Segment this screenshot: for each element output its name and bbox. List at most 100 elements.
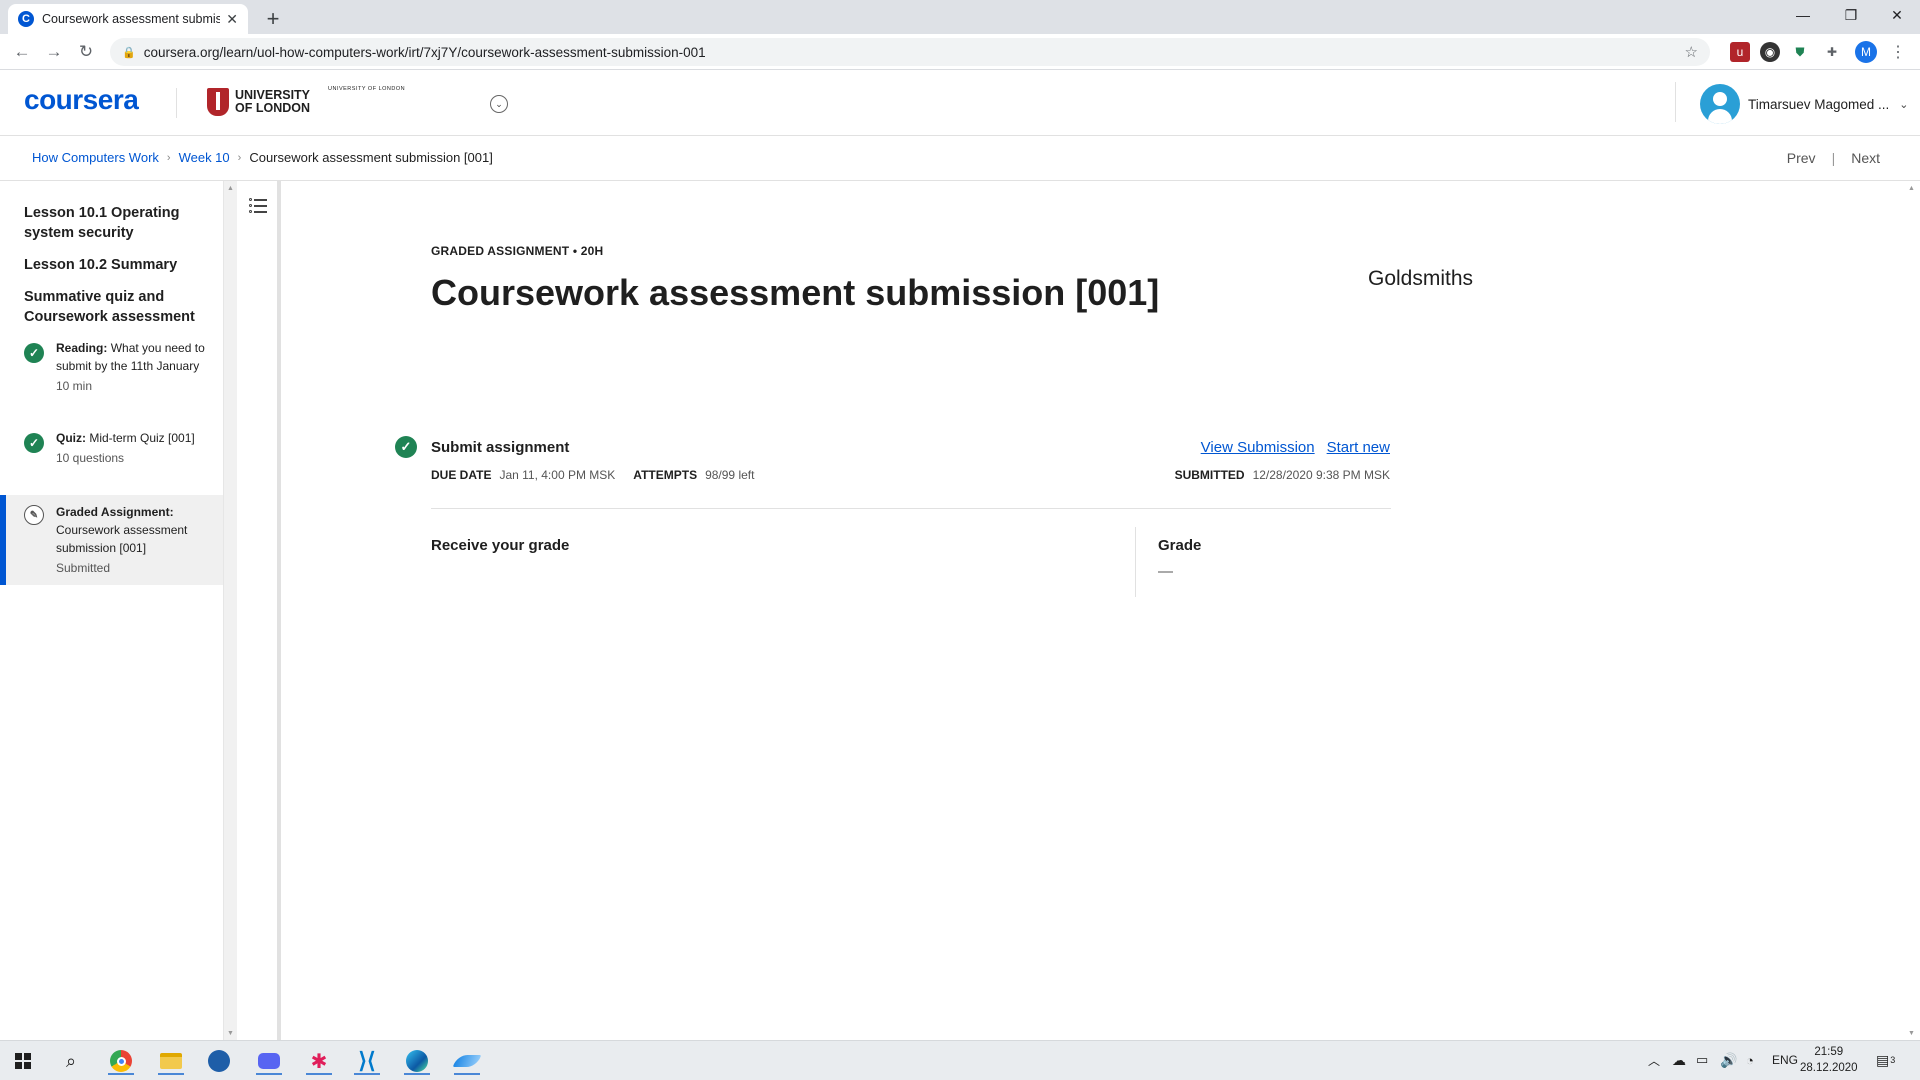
submitted-label: SUBMITTED — [1174, 468, 1245, 482]
back-icon[interactable]: ← — [10, 40, 34, 64]
sidebar-lesson-summative[interactable]: Summative quiz and Coursework assessment — [24, 287, 204, 327]
reload-icon[interactable]: ↻ — [74, 40, 98, 64]
app-swoosh-icon[interactable] — [452, 1047, 482, 1075]
start-button[interactable] — [8, 1047, 38, 1075]
section-divider — [431, 508, 1391, 509]
due-date-label: DUE DATE — [431, 468, 492, 482]
search-icon[interactable]: ⌕ — [56, 1047, 86, 1075]
header-divider-right — [1675, 82, 1676, 122]
grade-label: Grade — [1158, 537, 1202, 554]
list-toggle-icon[interactable] — [249, 197, 267, 215]
grade-column-divider — [1135, 527, 1136, 597]
submitted-value: 12/28/2020 9:38 PM MSK — [1252, 468, 1390, 482]
submission-links: View Submission Start new — [1189, 439, 1390, 456]
browser-toolbar: ← → ↻ 🔒 coursera.org/learn/uol-how-compu… — [0, 34, 1920, 70]
new-tab-button[interactable]: + — [260, 6, 286, 32]
forward-icon[interactable]: → — [42, 40, 66, 64]
onedrive-icon[interactable]: ☁ — [1672, 1040, 1686, 1080]
tray-expand-icon[interactable]: ︿ — [1648, 1040, 1660, 1080]
chevron-right-icon: › — [166, 151, 171, 164]
notifications-icon[interactable]: ▤ 3 — [1876, 1040, 1895, 1080]
file-explorer-icon[interactable] — [156, 1047, 186, 1075]
sidebar-scrollbar[interactable]: ▲ ▼ — [223, 181, 237, 1041]
slack-icon[interactable]: ✱ — [304, 1047, 334, 1075]
scroll-up-icon[interactable]: ▲ — [227, 185, 234, 192]
submitted-meta: SUBMITTED 12/28/2020 9:38 PM MSK — [1175, 468, 1390, 482]
assignment-meta: DUE DATE Jan 11, 4:00 PM MSK ATTEMPTS 98… — [431, 468, 772, 482]
user-name[interactable]: Timarsuev Magomed ... — [1748, 97, 1889, 112]
browser-profile-avatar[interactable]: M — [1855, 41, 1877, 63]
course-sidebar: Lesson 10.1 Operating system security Le… — [0, 181, 223, 1041]
grade-value: — — [1158, 563, 1173, 580]
browser-tab[interactable]: C Coursework assessment submissi ✕ — [8, 4, 248, 34]
tab-title: Coursework assessment submissi — [42, 12, 221, 26]
breadcrumb-current: Coursework assessment submission [001] — [249, 150, 493, 165]
assignment-icon: ✎ — [24, 505, 44, 525]
extension-shield-icon[interactable]: ⛊ — [1790, 42, 1810, 62]
attempts-label: ATTEMPTS — [633, 468, 698, 482]
scroll-down-icon[interactable]: ▼ — [227, 1030, 234, 1037]
battery-icon[interactable]: ▭ — [1696, 1040, 1708, 1080]
toc-toggle-column — [240, 181, 278, 1041]
notification-count: 3 — [1890, 1055, 1896, 1065]
chevron-right-icon: › — [237, 151, 242, 164]
main-scrollbar[interactable]: ▲ ▼ — [1904, 181, 1920, 1041]
lock-icon: 🔒 — [122, 46, 136, 59]
sidebar-item-reading[interactable]: ✓ Reading: What you need to submit by th… — [0, 339, 223, 427]
language-indicator[interactable]: ENG — [1772, 1040, 1798, 1080]
minimize-button[interactable]: — — [1780, 0, 1826, 30]
user-menu[interactable]: Timarsuev Magomed ... ⌄ — [1700, 84, 1909, 124]
window-close-button[interactable]: ✕ — [1874, 0, 1920, 30]
discord-icon[interactable] — [254, 1047, 284, 1075]
steam-like-icon[interactable] — [204, 1047, 234, 1075]
sidebar-item-graded-assignment[interactable]: ✎ Graded Assignment: Coursework assessme… — [0, 495, 223, 585]
scroll-up-icon[interactable]: ▲ — [1908, 185, 1915, 192]
sidebar-item-quiz[interactable]: ✓ Quiz: Mid-term Quiz [001] 10 questions — [0, 429, 223, 499]
extension-dark-icon[interactable]: ◉ — [1760, 42, 1780, 62]
restore-button[interactable]: ❐ — [1828, 0, 1874, 30]
attempts-value: 98/99 left — [705, 468, 755, 482]
taskbar-clock[interactable]: 21:59 28.12.2020 — [1800, 1044, 1858, 1076]
volume-icon[interactable]: 🔊 — [1720, 1040, 1737, 1080]
due-date-value: Jan 11, 4:00 PM MSK — [499, 468, 616, 482]
page-title: Coursework assessment submission [001] — [431, 272, 1160, 313]
bookmark-star-icon[interactable]: ☆ — [1685, 43, 1698, 61]
partner-menu-chevron-icon[interactable]: ⌄ — [490, 95, 508, 113]
extensions-puzzle-icon[interactable]: ✚ — [1822, 42, 1842, 62]
main-left-border — [278, 181, 281, 1041]
start-new-link[interactable]: Start new — [1327, 439, 1390, 456]
breadcrumb-week[interactable]: Week 10 — [179, 150, 230, 165]
extension-ublock-icon[interactable]: u — [1730, 42, 1750, 62]
chevron-down-icon[interactable]: ⌄ — [1899, 98, 1908, 111]
vscode-icon[interactable]: ⟩⟨ — [352, 1047, 382, 1075]
prev-next-nav: Prev | Next — [1787, 150, 1880, 166]
check-circle-icon: ✓ — [24, 433, 44, 453]
assignment-eyebrow: GRADED ASSIGNMENT • 20H — [431, 244, 604, 258]
clock-time: 21:59 — [1814, 1046, 1844, 1058]
windows-taskbar: ⌕ ✱ ⟩⟨ — [0, 1040, 1920, 1080]
content-divider — [0, 180, 1920, 181]
view-submission-link[interactable]: View Submission — [1201, 439, 1315, 456]
uol-crest-icon — [207, 88, 229, 116]
check-circle-icon: ✓ — [24, 343, 44, 363]
chrome-taskbar-icon[interactable] — [106, 1047, 136, 1075]
wifi-icon[interactable]: ◔ — [1746, 1040, 1754, 1080]
coursera-logo[interactable]: coursera — [24, 84, 139, 116]
user-avatar[interactable] — [1700, 84, 1740, 124]
prev-button[interactable]: Prev — [1787, 150, 1816, 166]
coursera-favicon-icon: C — [18, 11, 34, 27]
scroll-down-icon[interactable]: ▼ — [1908, 1030, 1915, 1037]
browser-menu-icon[interactable]: ⋮ — [1888, 42, 1908, 62]
sidebar-lesson-10-2[interactable]: Lesson 10.2 Summary — [24, 255, 204, 275]
browser-tabstrip: C Coursework assessment submissi ✕ + — ❐… — [0, 0, 1920, 34]
tab-close-icon[interactable]: ✕ — [226, 11, 238, 28]
header-divider — [176, 88, 177, 118]
university-of-london-logo: UNIVERSITY OF LONDON — [207, 88, 310, 116]
address-bar[interactable]: 🔒 coursera.org/learn/uol-how-computers-w… — [110, 38, 1710, 66]
check-circle-icon: ✓ — [395, 436, 417, 458]
url-text[interactable]: coursera.org/learn/uol-how-computers-wor… — [144, 45, 1685, 60]
next-button[interactable]: Next — [1851, 150, 1880, 166]
sidebar-lesson-10-1[interactable]: Lesson 10.1 Operating system security — [24, 203, 204, 243]
edge-icon[interactable] — [402, 1047, 432, 1075]
breadcrumb-course[interactable]: How Computers Work — [32, 150, 159, 165]
